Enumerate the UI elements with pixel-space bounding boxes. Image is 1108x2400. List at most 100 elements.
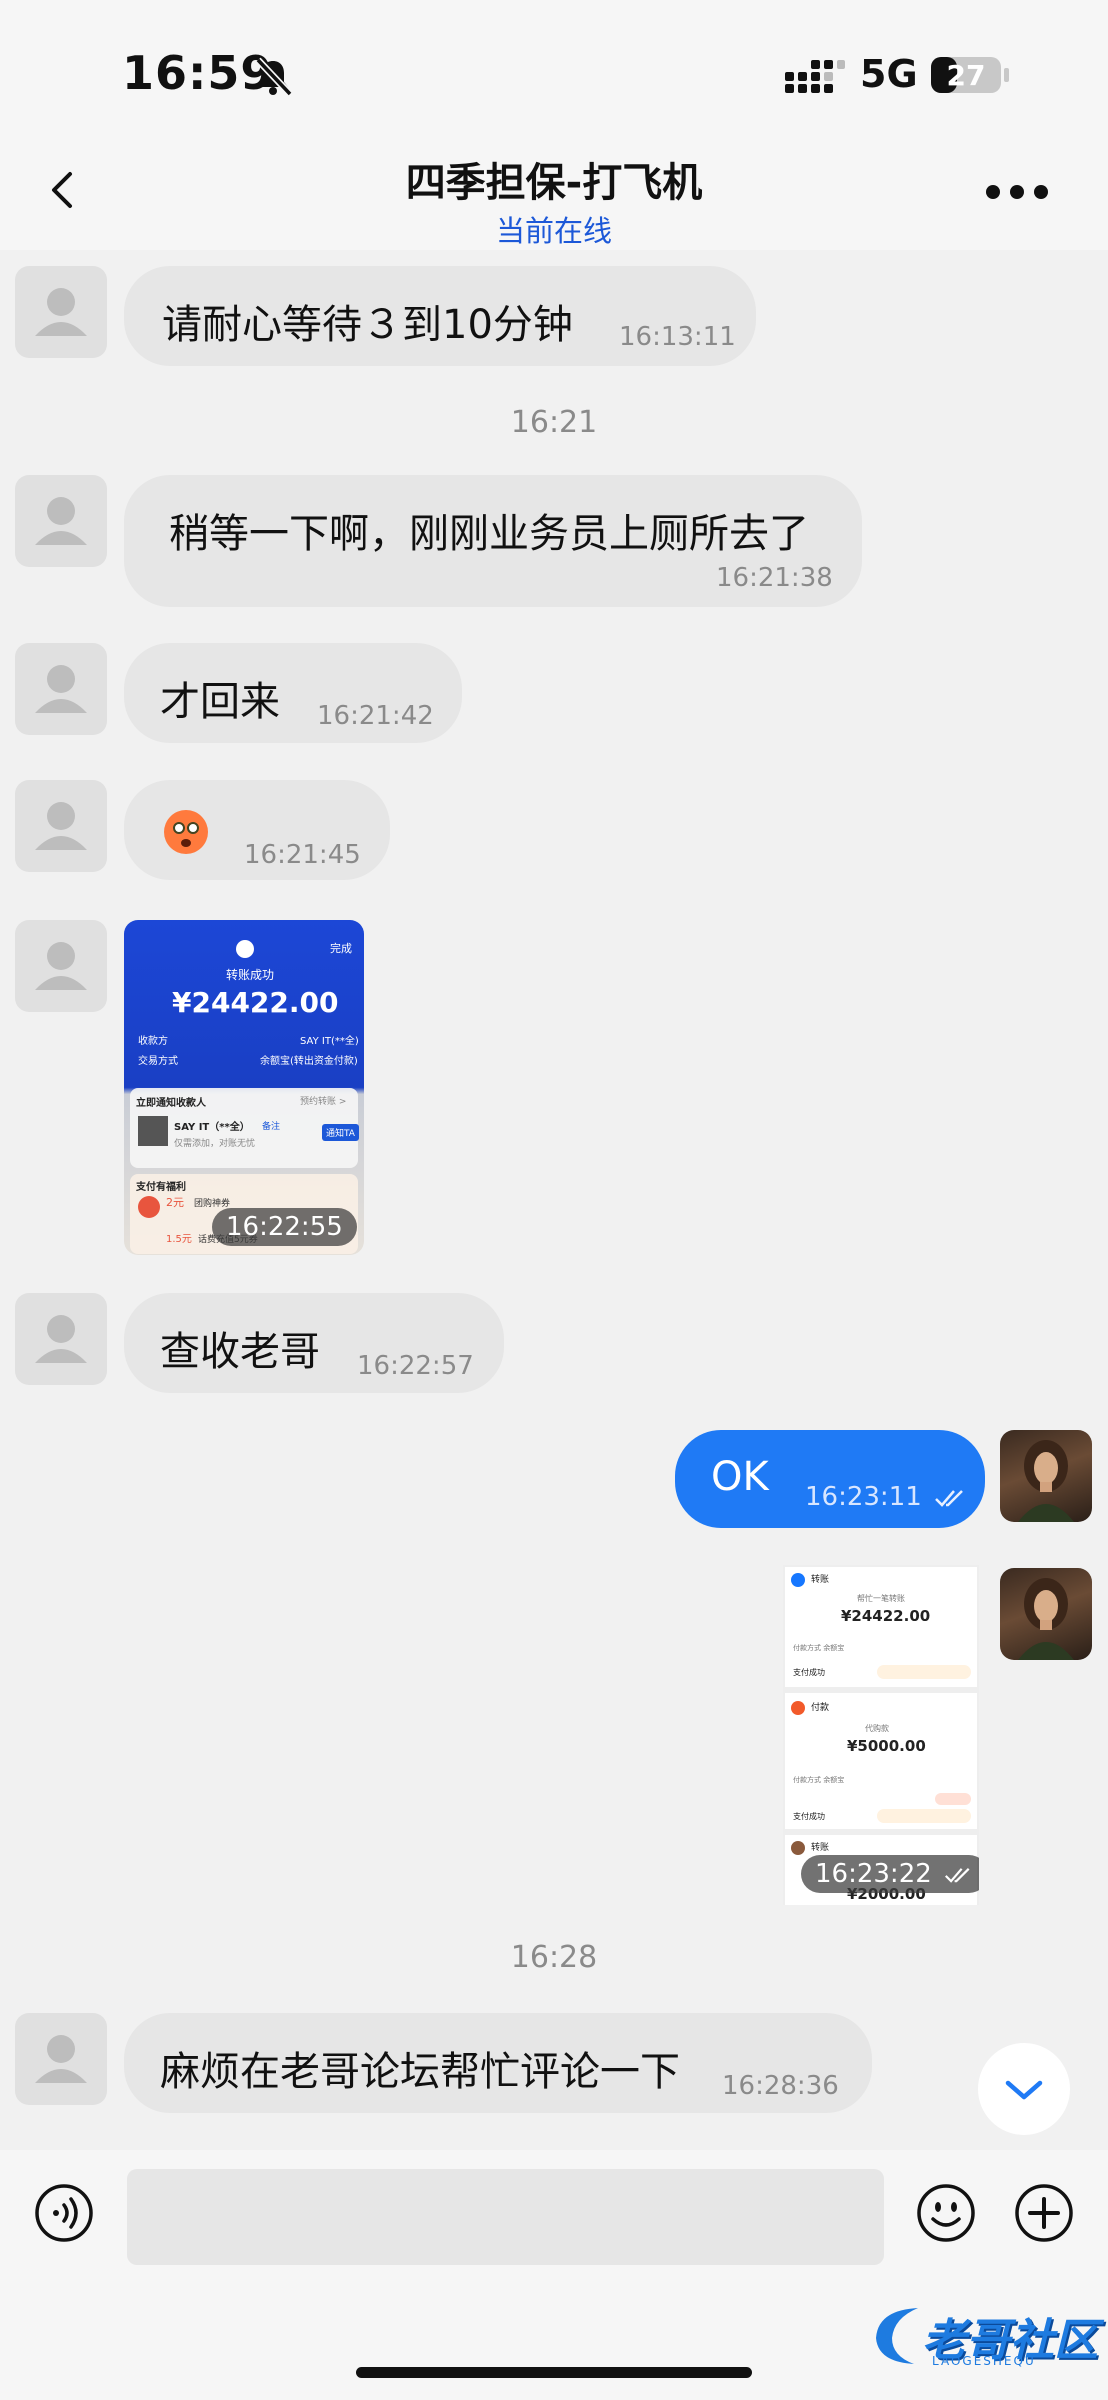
time-separator: 16:21 [510, 405, 598, 440]
network-type: 5G [860, 52, 918, 96]
more-icon[interactable] [985, 182, 1049, 202]
default-avatar-icon [35, 497, 87, 545]
image-text: 完成 [330, 942, 352, 955]
image-text: 立即通知收款人 [136, 1098, 206, 1109]
image-text: 交易方式 [138, 1056, 178, 1067]
chat-header: 四季担保-打飞机 当前在线 [0, 130, 1108, 250]
scroll-to-bottom-button[interactable] [978, 2043, 1070, 2135]
image-text: SAY IT（**全） [174, 1122, 250, 1133]
image-text: 支付有福利 [136, 1182, 186, 1193]
signal-icon [785, 60, 845, 93]
message-bubble[interactable]: 请耐心等待３到10分钟 16:13:11 [124, 266, 756, 366]
contact-thumb [138, 1116, 168, 1146]
message-bubble[interactable]: 查收老哥 16:22:57 [124, 1293, 504, 1393]
message-time: 16:21:42 [317, 701, 434, 731]
message-text: 请耐心等待３到10分钟 [162, 302, 573, 348]
message-input[interactable] [127, 2169, 884, 2265]
message-text: OK [711, 1454, 769, 1500]
plus-icon[interactable] [1014, 2183, 1074, 2243]
image-message[interactable]: 转账 帮忙一笔转账 ¥24422.00 付款方式 余额宝 支付成功 付款 代购款… [783, 1565, 979, 1905]
message-time-text: 16:23:11 [805, 1482, 922, 1512]
image-text: 通知TA [322, 1124, 359, 1141]
alipay-icon [791, 1573, 805, 1587]
bell-slash-icon [255, 57, 293, 97]
read-double-check-icon [945, 1867, 970, 1883]
receipt-amount: ¥5000.00 [847, 1737, 926, 1755]
message-bubble[interactable]: 稍等一下啊，刚刚业务员上厕所去了 16:21:38 [124, 475, 862, 607]
receipt-text: 支付成功 [793, 1812, 825, 1821]
my-avatar[interactable] [1000, 1568, 1092, 1660]
message-text: 才回来 [160, 679, 280, 725]
portrait-avatar-icon [1018, 1440, 1074, 1522]
avatar[interactable] [15, 920, 107, 1012]
receipt-text: 支付成功 [793, 1668, 825, 1677]
message-text: 查收老哥 [160, 1329, 320, 1375]
avatar[interactable] [15, 266, 107, 358]
message-time: 16:22:55 [212, 1208, 357, 1246]
coupon-icon [138, 1196, 160, 1218]
battery-level: 27 [947, 59, 986, 92]
message-bubble[interactable]: 麻烦在老哥论坛帮忙评论一下 16:28:36 [124, 2013, 872, 2113]
read-double-check-icon [935, 1489, 963, 1507]
image-text: 2元 [166, 1196, 184, 1209]
battery-icon: 27 [931, 57, 1009, 93]
image-amount: ¥24422.00 [172, 986, 339, 1019]
message-time: 16:13:11 [619, 322, 736, 352]
receipt-text: 转账 [811, 1843, 830, 1853]
message-time: 16:23:22 [801, 1855, 979, 1893]
image-message[interactable]: 完成 转账成功 ¥24422.00 收款方 SAY IT(**全) 交易方式 余… [124, 920, 364, 1255]
avatar[interactable] [15, 2013, 107, 2105]
receipt-card: 付款 代购款 ¥5000.00 付款方式 余额宝 支付成功 [785, 1693, 977, 1829]
image-text: 仅需添加，对账无忧 [174, 1139, 256, 1149]
image-text: 余额宝(转出资金付款) [260, 1056, 358, 1067]
default-avatar-icon [35, 2035, 87, 2083]
surprised-emoji-icon [164, 810, 208, 854]
emoji-icon[interactable] [916, 2183, 976, 2243]
status-bar: 16:59 5G 27 [0, 0, 1108, 130]
avatar[interactable] [15, 643, 107, 735]
image-text: 预约转账 > [300, 1097, 347, 1107]
my-avatar[interactable] [1000, 1430, 1092, 1522]
receipt-text: 付款方式 余额宝 [793, 1644, 845, 1652]
image-card: 立即通知收款人 预约转账 > SAY IT（**全） 备注 仅需添加，对账无忧 … [130, 1088, 359, 1168]
message-time: 16:21:45 [244, 840, 361, 870]
status-time: 16:59 [122, 46, 274, 100]
watermark-logo: 老哥社区 LAOGESHEQU [868, 2300, 1098, 2374]
online-status: 当前在线 [495, 214, 612, 248]
receipt-tag [935, 1793, 971, 1805]
avatar[interactable] [15, 1293, 107, 1385]
contact-icon [791, 1841, 805, 1855]
receipt-text: 帮忙一笔转账 [857, 1594, 905, 1603]
receipt-card: 转账 帮忙一笔转账 ¥24422.00 付款方式 余额宝 支付成功 [785, 1567, 977, 1687]
image-text: 收款方 [138, 1036, 168, 1047]
home-indicator[interactable] [356, 2367, 752, 2378]
receipt-text: 付款方式 余额宝 [793, 1776, 845, 1784]
dragon-logo-icon [876, 2308, 918, 2364]
default-avatar-icon [35, 942, 87, 990]
message-bubble[interactable]: 才回来 16:21:42 [124, 643, 462, 743]
message-time: 16:28:36 [722, 2071, 839, 2101]
avatar[interactable] [15, 475, 107, 567]
chevron-down-icon [1005, 2080, 1043, 2100]
merchant-icon [791, 1701, 805, 1715]
receipt-amount: ¥24422.00 [841, 1607, 931, 1625]
receipt-text: 付款 [811, 1703, 830, 1713]
receipt-text: 转账 [811, 1575, 830, 1585]
receipt-tag [877, 1665, 971, 1679]
default-avatar-icon [35, 802, 87, 850]
image-text: 团购神券 [194, 1199, 231, 1209]
outgoing-message-bubble[interactable]: OK 16:23:11 [675, 1430, 985, 1528]
avatar[interactable] [15, 780, 107, 872]
message-time-text: 16:23:22 [815, 1859, 932, 1889]
default-avatar-icon [35, 288, 87, 336]
chat-title[interactable]: 四季担保-打飞机 [0, 150, 1108, 208]
image-text: 1.5元 [166, 1234, 192, 1245]
chat-messages[interactable]: 请耐心等待３到10分钟 16:13:11 16:21 稍等一下啊，刚刚业务员上厕… [0, 250, 1108, 2150]
image-text: SAY IT(**全) [300, 1036, 359, 1047]
message-time: 16:22:57 [357, 1351, 474, 1381]
input-bar: 老哥社区 LAOGESHEQU [0, 2150, 1108, 2400]
voice-icon[interactable] [34, 2183, 94, 2243]
message-bubble[interactable]: 16:21:45 [124, 780, 390, 880]
time-separator: 16:28 [510, 1940, 598, 1975]
image-text: 转账成功 [226, 968, 275, 982]
